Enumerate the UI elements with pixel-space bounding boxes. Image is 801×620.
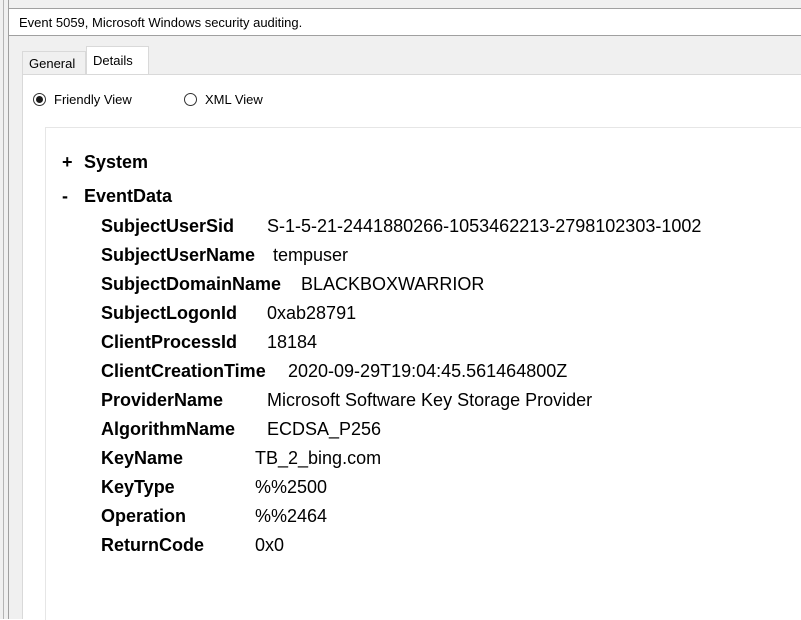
radio-checked-icon xyxy=(33,93,46,106)
field-value: %%2500 xyxy=(255,477,328,497)
field-value: 18184 xyxy=(267,332,318,352)
xml-view-radio[interactable]: XML View xyxy=(184,92,263,107)
field-value: BLACKBOXWARRIOR xyxy=(301,274,485,294)
field-key: SubjectLogonId xyxy=(101,303,237,323)
border-line xyxy=(3,0,4,619)
field-key: ReturnCode xyxy=(101,535,204,555)
field-value: 0xab28791 xyxy=(267,303,357,323)
event-title: Event 5059, Microsoft Windows security a… xyxy=(19,15,303,30)
field-value: S-1-5-21-2441880266-1053462213-279810230… xyxy=(267,216,702,236)
system-label: System xyxy=(84,152,149,172)
tab-general-label: General xyxy=(29,56,76,71)
field-value: ECDSA_P256 xyxy=(267,419,382,439)
system-node[interactable]: + System xyxy=(62,152,148,173)
eventdata-node[interactable]: - EventData xyxy=(62,186,172,207)
field-row: KeyName TB_2_bing.com xyxy=(101,448,381,477)
field-key: Operation xyxy=(101,506,187,526)
field-row: SubjectDomainName BLACKBOXWARRIOR xyxy=(101,274,484,303)
window-left-border xyxy=(0,0,9,619)
friendly-view-radio[interactable]: Friendly View xyxy=(33,92,132,107)
field-key: KeyName xyxy=(101,448,184,468)
field-row: ProviderName Microsoft Software Key Stora… xyxy=(101,390,592,419)
field-key: SubjectUserSid xyxy=(101,216,235,236)
field-key: KeyType xyxy=(101,477,175,497)
field-row: ClientCreationTime 2020-09-29T19:04:45.56… xyxy=(101,361,567,390)
field-row: Operation %%2464 xyxy=(101,506,327,535)
field-key: ClientProcessId xyxy=(101,332,238,352)
field-key: ClientCreationTime xyxy=(101,361,266,381)
field-value: 0x0 xyxy=(255,535,285,555)
tab-general[interactable]: General xyxy=(22,51,86,75)
field-key: AlgorithmName xyxy=(101,419,236,439)
field-row: SubjectLogonId 0xab28791 xyxy=(101,303,356,332)
eventdata-label: EventData xyxy=(84,186,173,206)
field-value: Microsoft Software Key Storage Provider xyxy=(267,390,593,410)
field-row: ReturnCode 0x0 xyxy=(101,535,284,564)
tab-details-label: Details xyxy=(93,53,133,68)
field-value: %%2464 xyxy=(255,506,328,526)
details-panel: Friendly View XML View + System - EventDat… xyxy=(22,74,801,620)
tab-details[interactable]: Details xyxy=(86,46,149,75)
field-key: ProviderName xyxy=(101,390,224,410)
radio-unchecked-icon xyxy=(184,93,197,106)
collapse-icon[interactable]: - xyxy=(62,186,84,207)
field-value: tempuser xyxy=(273,245,349,265)
field-row: SubjectUserName tempuser xyxy=(101,245,348,274)
event-properties-window: Event 5059, Microsoft Windows security a… xyxy=(0,0,801,620)
event-title-bar: Event 5059, Microsoft Windows security a… xyxy=(9,8,801,36)
field-row: ClientProcessId 18184 xyxy=(101,332,317,361)
xml-view-label: XML View xyxy=(205,92,263,107)
field-row: AlgorithmName ECDSA_P256 xyxy=(101,419,381,448)
field-key: SubjectUserName xyxy=(101,245,256,265)
field-row: KeyType %%2500 xyxy=(101,477,327,506)
field-value: TB_2_bing.com xyxy=(255,448,382,468)
expand-icon[interactable]: + xyxy=(62,152,84,173)
field-key: SubjectDomainName xyxy=(101,274,282,294)
field-value: 2020-09-29T19:04:45.561464800Z xyxy=(288,361,568,381)
field-row: SubjectUserSid S-1-5-21-2441880266-105346… xyxy=(101,216,701,245)
friendly-view-label: Friendly View xyxy=(54,92,132,107)
friendly-view-content: + System - EventData SubjectUserSid S-1-5-2… xyxy=(45,127,801,620)
